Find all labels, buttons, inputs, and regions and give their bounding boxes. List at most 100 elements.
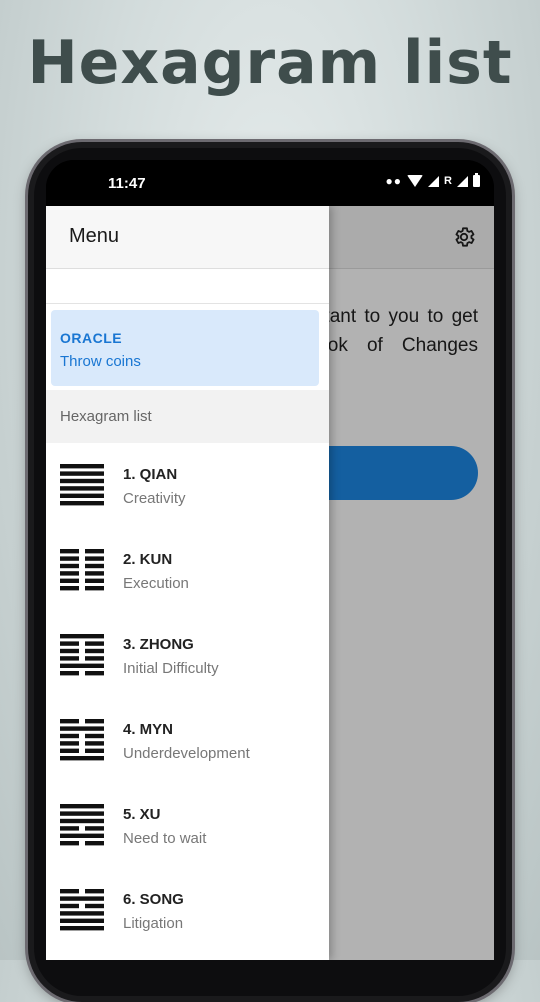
drawer-title: Menu — [69, 225, 120, 247]
hexagram-section-header: Hexagram list — [46, 390, 329, 443]
yin-line-segment — [60, 826, 79, 831]
yang-line — [60, 634, 104, 639]
yin-line-segment — [85, 641, 104, 646]
signal-icon-2 — [457, 175, 468, 187]
hexagram-symbol-icon — [60, 889, 104, 931]
phone-screen: 11:47 ●● R Ask a question that is import… — [46, 160, 494, 960]
hexagram-list-item[interactable]: 5. XU Need to wait — [46, 786, 329, 871]
hexagram-list-item[interactable]: 2. KUN Execution — [46, 531, 329, 616]
yin-line-segment — [60, 549, 79, 554]
hexagram-symbol-icon — [60, 804, 104, 846]
hexagram-name: 4. MYN — [123, 721, 174, 738]
hexagram-name: 2. KUN — [123, 551, 173, 568]
yin-line-segment — [60, 841, 79, 846]
yin-line-segment — [60, 648, 79, 654]
yin-line-segment — [85, 889, 104, 894]
yin-line-segment — [60, 586, 79, 591]
yin-line-segment — [85, 671, 104, 676]
yin-line-segment — [60, 671, 79, 676]
oracle-menu-item[interactable]: ORACLE Throw coins — [51, 310, 319, 386]
yin-line-segment — [60, 733, 79, 739]
yin-line-segment — [85, 556, 104, 561]
hexagram-list-item[interactable]: 6. SONG Litigation — [46, 871, 329, 956]
navigation-drawer: Menu ORACLE Throw coins Hexagram list 1.… — [46, 206, 329, 960]
yang-line — [60, 818, 104, 824]
yin-line-segment — [85, 563, 104, 569]
yin-line-segment — [85, 586, 104, 591]
yin-line-segment — [85, 748, 104, 753]
drawer-header: Menu — [46, 206, 329, 269]
yang-line — [60, 501, 104, 506]
yang-line — [60, 896, 104, 901]
hexagram-list-item[interactable]: 3. ZHONG Initial Difficulty — [46, 616, 329, 701]
yin-line-segment — [60, 563, 79, 569]
yang-line — [60, 663, 104, 668]
signal-icon — [428, 175, 440, 187]
yin-line-segment — [60, 889, 79, 894]
yin-line-segment — [60, 903, 79, 909]
yang-line — [60, 911, 104, 916]
yin-line-segment — [85, 841, 104, 846]
hexagram-list-item[interactable]: 1. QIAN Creativity — [46, 446, 329, 531]
hexagram-meaning: Initial Difficulty — [123, 660, 219, 677]
status-bar: 11:47 ●● R — [46, 160, 494, 206]
yang-line — [60, 464, 104, 469]
yang-line — [60, 833, 104, 838]
yin-line-segment — [60, 719, 79, 724]
promo-title: Hexagram list — [27, 28, 513, 98]
wifi-icon — [407, 175, 424, 187]
yin-line-segment — [60, 741, 79, 746]
status-icons: ●● R — [385, 173, 480, 188]
yin-line-segment — [85, 826, 104, 831]
hexagram-meaning: Litigation — [123, 915, 184, 932]
app-content: Ask a question that is important to you … — [46, 206, 494, 960]
roaming-label: R — [444, 175, 452, 187]
yin-line-segment — [85, 648, 104, 654]
yang-line — [60, 471, 104, 476]
hexagram-meaning: Execution — [123, 575, 189, 592]
yin-line-segment — [85, 741, 104, 746]
hexagram-name: 5. XU — [123, 806, 161, 823]
hexagram-meaning: Creativity — [123, 490, 186, 507]
yin-line-segment — [60, 556, 79, 561]
yang-line — [60, 918, 104, 923]
hexagram-symbol-icon — [60, 719, 104, 761]
yang-line — [60, 486, 104, 491]
hexagram-meaning: Underdevelopment — [123, 745, 250, 762]
yin-line-segment — [85, 903, 104, 909]
yin-line-segment — [60, 656, 79, 661]
notification-dots-icon: ●● — [385, 174, 403, 188]
yang-line — [60, 756, 104, 761]
throw-coins-label: Throw coins — [60, 353, 141, 370]
hexagram-section-title: Hexagram list — [60, 408, 152, 425]
battery-icon — [473, 173, 480, 187]
yang-line — [60, 926, 104, 931]
hexagram-symbol-icon — [60, 549, 104, 591]
yang-line — [60, 493, 104, 498]
yin-line-segment — [85, 578, 104, 583]
hexagram-symbol-icon — [60, 464, 104, 506]
yin-line-segment — [60, 571, 79, 576]
yin-line-segment — [85, 571, 104, 576]
yin-line-segment — [85, 549, 104, 554]
yang-line — [60, 726, 104, 731]
hexagram-list-item[interactable]: 4. MYN Underdevelopment — [46, 701, 329, 786]
hexagram-meaning: Need to wait — [123, 830, 207, 847]
yang-line — [60, 811, 104, 816]
yang-line — [60, 478, 104, 484]
oracle-label: ORACLE — [60, 330, 123, 346]
hexagram-list: 1. QIAN Creativity 2. KUN Execution 3. ZHONG… — [46, 446, 329, 956]
yin-line-segment — [60, 641, 79, 646]
yin-line-segment — [85, 733, 104, 739]
yin-line-segment — [85, 656, 104, 661]
yin-line-segment — [60, 578, 79, 583]
yin-line-segment — [60, 748, 79, 753]
hexagram-symbol-icon — [60, 634, 104, 676]
status-time: 11:47 — [108, 175, 146, 192]
hexagram-name: 6. SONG — [123, 891, 184, 908]
yin-line-segment — [85, 719, 104, 724]
drawer-spacer — [46, 269, 329, 304]
hexagram-name: 1. QIAN — [123, 466, 178, 483]
hexagram-name: 3. ZHONG — [123, 636, 194, 653]
yang-line — [60, 804, 104, 809]
